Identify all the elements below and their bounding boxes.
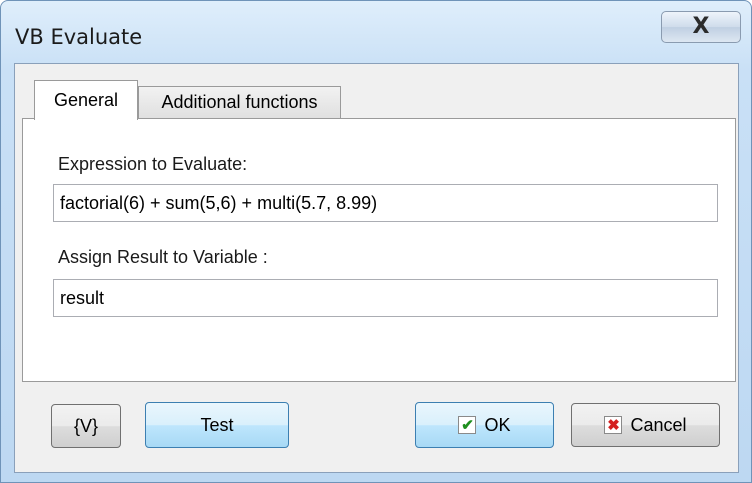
expression-label: Expression to Evaluate: [58,154,248,174]
test-button[interactable]: Test [145,402,289,448]
tab-general[interactable]: General [34,80,138,120]
tab-additional-functions-label: Additional functions [161,92,318,112]
result-variable-input[interactable]: result [53,279,718,317]
close-button[interactable]: X [661,11,741,43]
cancel-label: Cancel [630,414,687,435]
window-title: VB Evaluate [15,25,143,49]
close-icon: X [692,14,710,39]
vb-evaluate-dialog: VB Evaluate X General Additional functio… [0,0,752,483]
result-variable-value: result [60,287,105,308]
expression-input[interactable]: factorial(6) + sum(5,6) + multi(5.7, 8.9… [53,184,718,222]
tab-additional-functions[interactable]: Additional functions [138,86,341,118]
cancel-button[interactable]: ✖ Cancel [571,403,720,447]
test-label: Test [200,414,234,435]
insert-variable-label: {V} [73,415,99,436]
check-icon: ✔ [458,416,477,434]
insert-variable-button[interactable]: {V} [51,404,121,448]
ok-label: OK [484,414,511,435]
expression-value: factorial(6) + sum(5,6) + multi(5.7, 8.9… [60,192,378,213]
ok-button[interactable]: ✔ OK [415,402,554,448]
cancel-x-icon: ✖ [604,416,623,434]
result-variable-label: Assign Result to Variable : [58,247,268,267]
tab-general-label: General [53,90,119,110]
title-bar[interactable]: VB Evaluate X [1,1,751,63]
